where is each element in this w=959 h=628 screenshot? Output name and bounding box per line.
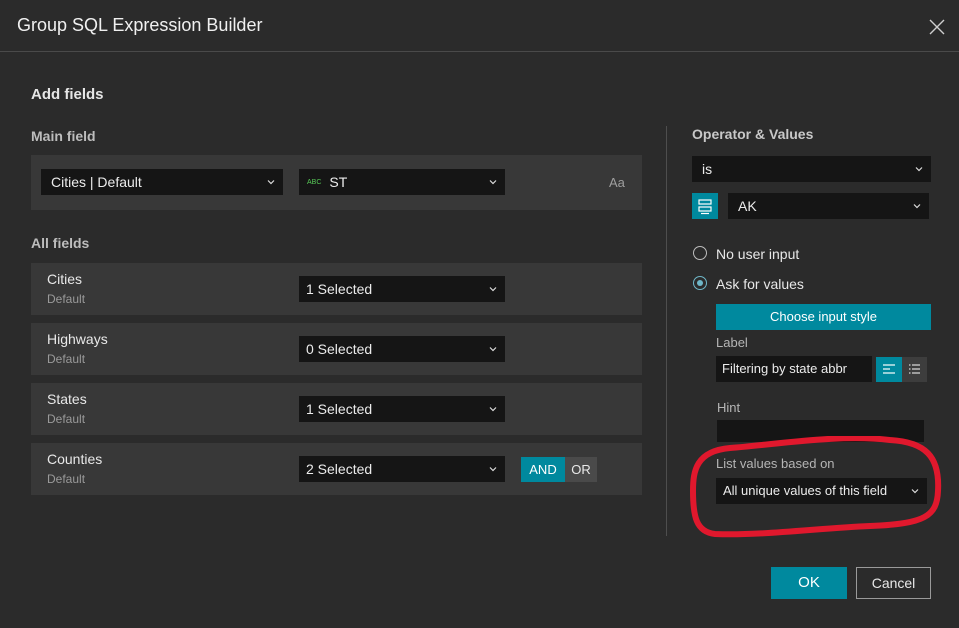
row-layer-sub: Default <box>47 412 86 426</box>
value-select[interactable]: AK <box>728 193 929 219</box>
row-field-value: 1 Selected <box>306 281 373 297</box>
main-field-label: Main field <box>31 128 96 144</box>
row-field-select[interactable]: 0 Selected <box>299 336 505 362</box>
row-layer-name: States <box>47 391 87 407</box>
ask-for-values-radio[interactable] <box>693 276 707 290</box>
choose-input-style-button[interactable]: Choose input style <box>716 304 931 330</box>
main-layer-value: Cities | Default <box>51 174 142 190</box>
row-layer-sub: Default <box>47 472 86 486</box>
list-values-label: List values based on <box>716 456 835 471</box>
main-field-value: ST <box>329 174 348 190</box>
chevron-down-icon <box>913 204 921 209</box>
main-layer-select[interactable]: Cities | Default <box>41 169 283 195</box>
row-field-value: 2 Selected <box>306 461 373 477</box>
no-user-input-label: No user input <box>716 246 800 262</box>
operator-values-title: Operator & Values <box>692 126 814 142</box>
or-button[interactable]: OR <box>565 457 597 482</box>
no-user-input-radio[interactable] <box>693 246 707 260</box>
ok-button[interactable]: OK <box>771 567 847 599</box>
label-field-label: Label <box>716 335 748 350</box>
main-field-panel: Cities | Default ABC ST Aa <box>31 155 642 210</box>
string-type-icon: ABC <box>307 179 322 187</box>
row-layer-name: Cities <box>47 271 83 287</box>
add-fields-title: Add fields <box>31 86 104 103</box>
list-values-value: All unique values of this field <box>723 483 888 498</box>
case-sensitive-toggle[interactable]: Aa <box>609 175 625 190</box>
main-field-select[interactable]: ABC ST <box>299 169 505 195</box>
field-row-highways: Highways Default 0 Selected <box>31 323 642 375</box>
operator-select[interactable]: is <box>692 156 931 182</box>
value-source-icon[interactable] <box>692 193 718 219</box>
field-row-states: States Default 1 Selected <box>31 383 642 435</box>
row-field-select[interactable]: 1 Selected <box>299 396 505 422</box>
chevron-down-icon <box>489 467 497 472</box>
row-layer-name: Highways <box>47 331 108 347</box>
label-input[interactable]: Filtering by state abbr <box>716 356 872 382</box>
operator-value: is <box>702 161 713 177</box>
ask-for-values-label: Ask for values <box>716 276 804 292</box>
hint-field-label: Hint <box>717 400 741 415</box>
row-layer-name: Counties <box>47 451 103 467</box>
field-row-cities: Cities Default 1 Selected <box>31 263 642 315</box>
chevron-down-icon <box>489 287 497 292</box>
row-field-select[interactable]: 1 Selected <box>299 276 505 302</box>
chevron-down-icon <box>489 180 497 185</box>
row-layer-sub: Default <box>47 352 86 366</box>
field-row-counties: Counties Default 2 Selected AND OR <box>31 443 642 495</box>
dialog-header: Group SQL Expression Builder <box>0 0 959 52</box>
dialog-title: Group SQL Expression Builder <box>17 15 263 35</box>
row-field-value: 1 Selected <box>306 401 373 417</box>
list-icon[interactable] <box>902 357 927 382</box>
all-fields-label: All fields <box>31 235 90 251</box>
value-value: AK <box>738 198 757 214</box>
row-layer-sub: Default <box>47 292 86 306</box>
chevron-down-icon <box>911 489 919 494</box>
row-field-select[interactable]: 2 Selected <box>299 456 505 482</box>
chevron-down-icon <box>489 407 497 412</box>
row-field-value: 0 Selected <box>306 341 373 357</box>
close-icon[interactable] <box>928 18 946 36</box>
and-button[interactable]: AND <box>521 457 565 482</box>
chevron-down-icon <box>267 180 275 185</box>
cancel-button[interactable]: Cancel <box>856 567 931 599</box>
section-divider <box>666 126 667 536</box>
chevron-down-icon <box>489 347 497 352</box>
chevron-down-icon <box>915 167 923 172</box>
list-values-select[interactable]: All unique values of this field <box>716 478 927 504</box>
align-left-icon[interactable] <box>876 357 902 382</box>
hint-input[interactable] <box>717 420 924 442</box>
